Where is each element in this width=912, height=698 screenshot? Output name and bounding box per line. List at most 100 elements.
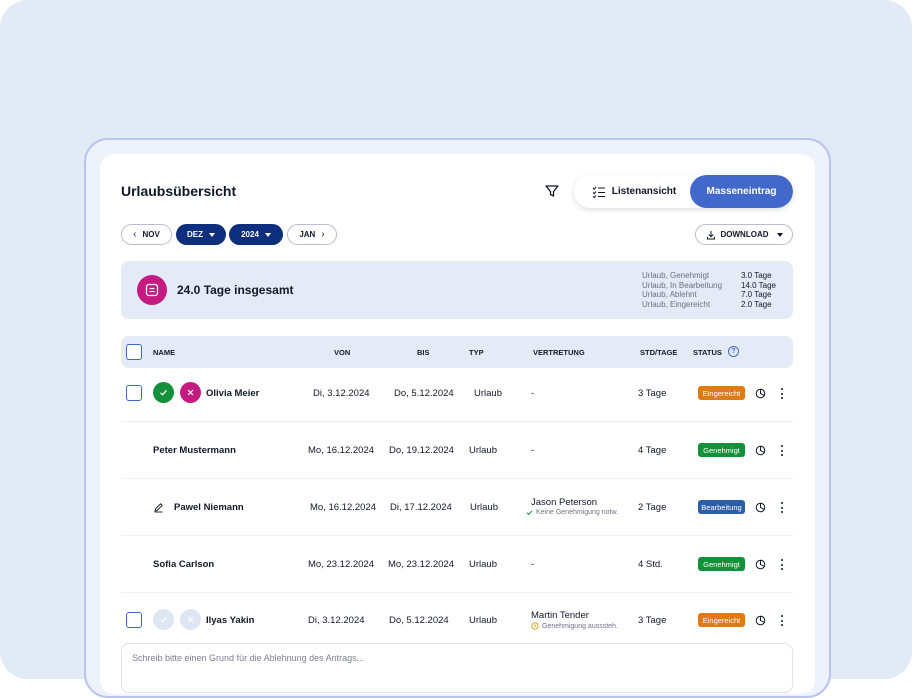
header-status[interactable]: STATUS: [693, 348, 722, 357]
summary-breakdown: Urlaub, Genehmigt 3.0 Tage Urlaub, In Be…: [642, 271, 792, 309]
substitute-note-text: Keine Genehmigung notw.: [536, 509, 619, 516]
date-from: Mo, 16.12.2024: [310, 502, 377, 513]
header-from[interactable]: VON: [334, 348, 350, 357]
status-badge: Genehmigt: [698, 443, 745, 457]
breakdown-row: Urlaub, In Bearbeitung 14.0 Tage: [642, 281, 792, 291]
substitute-note: Keine Genehmigung notw.: [526, 509, 618, 516]
prev-month-label: NOV: [142, 230, 160, 239]
list-view-label: Listenansicht: [611, 186, 677, 197]
approve-button[interactable]: [153, 609, 174, 630]
substitute: -: [531, 445, 535, 456]
month-select[interactable]: DEZ: [176, 224, 226, 245]
approve-button[interactable]: [153, 382, 174, 403]
breakdown-label: Urlaub, Ablehnt: [642, 290, 697, 299]
amount: 4 Tage: [638, 445, 667, 456]
employee-name[interactable]: Ilyas Yakin: [206, 615, 254, 626]
history-icon[interactable]: [755, 445, 766, 456]
employee-name[interactable]: Olivia Meier: [206, 388, 259, 399]
row-checkbox[interactable]: [126, 612, 142, 628]
caret-down-icon: [776, 232, 783, 237]
breakdown-value: 7.0 Tage: [741, 290, 772, 299]
caret-down-icon: [264, 232, 271, 237]
rejection-reason-input[interactable]: [121, 643, 793, 693]
view-toggle: Listenansicht Masseneintrag: [574, 175, 793, 208]
date-to: Mo, 23.12.2024: [388, 559, 455, 570]
download-button[interactable]: DOWNLOAD: [695, 224, 793, 245]
summary-total: 24.0 Tage insgesamt: [177, 283, 294, 297]
select-all-checkbox[interactable]: [126, 344, 142, 360]
row-divider: [121, 592, 793, 593]
download-icon: [706, 230, 715, 239]
check-icon: [160, 389, 167, 396]
breakdown-label: Urlaub, Genehmigt: [642, 271, 710, 280]
employee-name[interactable]: Peter Mustermann: [153, 445, 236, 456]
checklist-icon: [592, 186, 605, 198]
header-type[interactable]: TYP: [469, 348, 484, 357]
employee-name[interactable]: Sofia Carlson: [153, 559, 214, 570]
more-options-icon[interactable]: [780, 615, 784, 626]
substitute-note-text: Genehmigung ausssteh.: [542, 622, 618, 630]
amount: 2 Tage: [638, 502, 667, 513]
next-month-button[interactable]: JAN ›: [287, 224, 337, 245]
amount: 3 Tage: [638, 615, 667, 626]
header-to[interactable]: BIS: [417, 348, 430, 357]
substitute: Jason Peterson: [531, 497, 598, 508]
next-month-label: JAN: [299, 230, 316, 239]
header-substitute[interactable]: VERTRETUNG: [533, 348, 585, 357]
status-badge: Eingereicht: [698, 386, 745, 400]
row-divider: [121, 421, 793, 422]
substitute-note: Genehmigung ausssteh.: [531, 622, 618, 630]
history-icon[interactable]: [755, 502, 766, 513]
breakdown-value: 3.0 Tage: [741, 271, 772, 280]
chevron-right-icon: ›: [321, 229, 325, 240]
history-icon[interactable]: [755, 615, 766, 626]
list-view-button[interactable]: Listenansicht: [574, 175, 690, 208]
breakdown-row: Urlaub, Ablehnt 7.0 Tage: [642, 290, 792, 300]
date-to: Do, 5.12.2024: [394, 388, 454, 399]
date-from: Mo, 16.12.2024: [308, 445, 375, 456]
date-from: Di, 3.12.2024: [308, 615, 365, 626]
chevron-left-icon: ‹: [133, 229, 137, 240]
clock-icon: [531, 622, 539, 630]
date-from: Mo, 23.12.2024: [308, 559, 375, 570]
status-badge: Eingereicht: [698, 613, 745, 627]
date-to: Do, 19.12.2024: [389, 445, 454, 456]
leave-type: Urlaub: [474, 388, 502, 399]
close-icon: [187, 616, 194, 623]
more-options-icon[interactable]: [780, 388, 784, 399]
prev-month-button[interactable]: ‹ NOV: [121, 224, 172, 245]
breakdown-row: Urlaub, Eingereicht 2.0 Tage: [642, 300, 792, 310]
substitute: Martin Tender: [531, 610, 589, 621]
month-label: DEZ: [187, 230, 203, 239]
header-hours-days[interactable]: STD/TAGE: [640, 348, 677, 357]
reject-button[interactable]: [180, 609, 201, 630]
employee-name[interactable]: Pawel Niemann: [174, 502, 244, 513]
mass-entry-button[interactable]: Masseneintrag: [690, 175, 793, 208]
help-icon[interactable]: ?: [728, 346, 739, 357]
download-label: DOWNLOAD: [720, 230, 769, 239]
date-to: Do, 5.12.2024: [389, 615, 449, 626]
row-divider: [121, 535, 793, 536]
more-options-icon[interactable]: [780, 559, 784, 570]
more-options-icon[interactable]: [780, 502, 784, 513]
filter-icon[interactable]: [544, 183, 560, 199]
leave-type: Urlaub: [469, 615, 497, 626]
year-select[interactable]: 2024: [229, 224, 283, 245]
breakdown-value: 14.0 Tage: [741, 280, 776, 290]
status-badge: Bearbeitung: [698, 500, 745, 514]
more-options-icon[interactable]: [780, 445, 784, 456]
edit-icon[interactable]: [153, 502, 164, 513]
reject-button[interactable]: [180, 382, 201, 403]
substitute: -: [531, 559, 535, 570]
date-from: Di, 3.12.2024: [313, 388, 370, 399]
row-divider: [121, 478, 793, 479]
amount: 3 Tage: [638, 388, 667, 399]
history-icon[interactable]: [755, 559, 766, 570]
date-to: Di, 17.12.2024: [390, 502, 452, 513]
header-name[interactable]: NAME: [153, 348, 175, 357]
row-checkbox[interactable]: [126, 385, 142, 401]
history-icon[interactable]: [755, 388, 766, 399]
check-icon: [160, 616, 167, 623]
status-badge: Genehmigt: [698, 557, 745, 571]
substitute: -: [531, 388, 535, 399]
